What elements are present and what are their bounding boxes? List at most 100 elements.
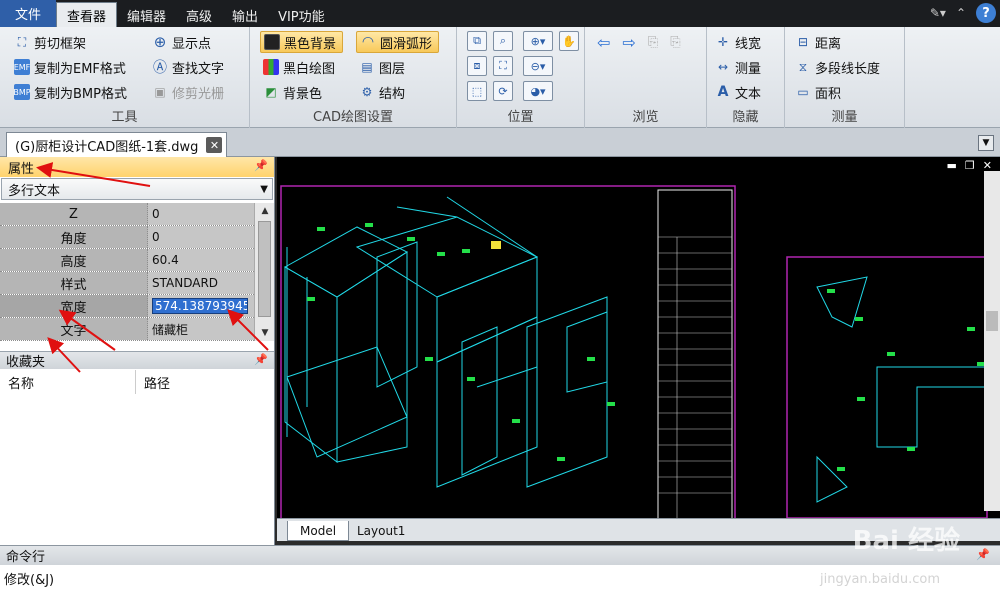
property-row[interactable]: Z 0 [0, 203, 254, 226]
title-block [657, 189, 733, 518]
pin-icon[interactable]: 📌 [254, 159, 268, 172]
width-value-text[interactable]: 574.1387939453 [152, 298, 248, 314]
canvas-scroll-thumb[interactable] [986, 311, 998, 331]
document-tab[interactable]: (G)厨柜设计CAD图纸-1套.dwg ✕ [6, 132, 228, 157]
command-line-label: 命令行 [6, 550, 46, 565]
text-toggle-label: 文本 [735, 86, 762, 102]
tab-layout1[interactable]: Layout1 [345, 521, 417, 541]
layers-button[interactable]: ▤ 图层 [359, 56, 405, 78]
area-button[interactable]: ▭ 面积 [795, 81, 841, 103]
trim-raster-button[interactable]: ▣ 修剪光栅 [152, 81, 224, 103]
pin-icon[interactable]: 📌 [254, 353, 268, 366]
drawing-canvas[interactable]: ▬ ❐ ✕ [277, 157, 1000, 518]
show-points-button[interactable]: ⊕ 显示点 [152, 31, 211, 53]
property-grid: Z 0 角度 0 高度 60.4 样式 STANDARD 宽度 574.1387… [0, 203, 254, 341]
property-row[interactable]: 角度 0 [0, 226, 254, 249]
forward-arrow-icon[interactable]: ⇨ [622, 33, 635, 52]
measure-toggle-button[interactable]: ↔ 测量 [715, 56, 761, 78]
zoom-extents-icon[interactable]: ⛶ [493, 56, 513, 76]
tab-advanced[interactable]: 高级 [176, 3, 222, 27]
line-width-icon: ✛ [717, 35, 729, 49]
left-panel: 属性 📌 多行文本 ▼ Z 0 角度 0 高度 60.4 样式 STANDARD… [0, 157, 275, 545]
page-prev-icon[interactable]: ⎘ [648, 35, 658, 50]
minimize-ribbon-icon[interactable]: ⌃ [956, 6, 966, 20]
document-tab-strip: (G)厨柜设计CAD图纸-1套.dwg ✕ ▼ [0, 128, 1000, 157]
property-value[interactable]: 0 [148, 226, 254, 248]
plan-dimension-labels [827, 289, 985, 471]
object-type-select[interactable]: 多行文本 ▼ [1, 178, 273, 200]
bw-drawing-button[interactable]: 黑白绘图 [263, 56, 335, 78]
title-block-lines [658, 236, 732, 518]
text-toggle-button[interactable]: A 文本 [715, 81, 761, 103]
property-value[interactable]: 60.4 [148, 249, 254, 271]
tab-output[interactable]: 输出 [222, 3, 268, 27]
help-icon[interactable]: ? [976, 3, 996, 23]
zoom-in-icon[interactable]: ⊕▾ [523, 31, 553, 51]
column-header-path[interactable]: 路径 [136, 370, 170, 394]
close-icon[interactable]: ✕ [206, 137, 223, 153]
property-value[interactable]: STANDARD [148, 272, 254, 294]
structure-label: 结构 [379, 86, 406, 102]
bw-icon [263, 59, 279, 75]
line-width-button[interactable]: ✛ 线宽 [715, 31, 761, 53]
property-scrollbar[interactable]: ▲ ▼ [254, 203, 274, 341]
column-header-name[interactable]: 名称 [0, 370, 136, 394]
property-row[interactable]: 文字 储藏柜 [0, 318, 254, 341]
layers-icon: ▤ [361, 60, 373, 74]
back-arrow-icon[interactable]: ⇦ [597, 33, 610, 52]
zoom-window-icon[interactable]: ⌕ [493, 31, 513, 51]
property-row[interactable]: 样式 STANDARD [0, 272, 254, 295]
property-value[interactable]: 0 [148, 203, 254, 225]
structure-button[interactable]: ⚙ 结构 [359, 81, 405, 103]
group-cad-settings-title: CAD绘图设置 [313, 110, 393, 125]
copy-bmp-button[interactable]: BMP 复制为BMP格式 [13, 81, 127, 103]
canvas-restore-icon[interactable]: ❐ [965, 159, 975, 172]
scroll-thumb[interactable] [258, 221, 271, 317]
background-color-button[interactable]: ◩ 背景色 [263, 81, 322, 103]
smooth-arc-button[interactable]: ◠ 圆滑弧形 [356, 31, 440, 53]
property-value[interactable]: 储藏柜 [148, 318, 254, 340]
property-name: Z [0, 203, 148, 225]
tab-model[interactable]: Model [287, 521, 350, 541]
fit-drawing-icon[interactable]: ⧈ [467, 56, 487, 76]
emf-icon: EMF [14, 59, 30, 75]
rotate-icon[interactable]: ⟳ [493, 81, 513, 101]
property-row[interactable]: 高度 60.4 [0, 249, 254, 272]
zoom-out-icon[interactable]: ⊖▾ [523, 56, 553, 76]
canvas-minimize-icon[interactable]: ▬ [947, 159, 957, 172]
fit-window-icon[interactable]: ⧉ [467, 31, 487, 51]
chevron-down-icon[interactable]: ▼ [978, 135, 994, 151]
find-text-button[interactable]: Ⓐ 查找文字 [152, 56, 224, 78]
group-tools-title: 工具 [111, 110, 138, 125]
canvas-scrollbar[interactable] [984, 171, 1000, 511]
width-value-field[interactable]: 574.1387939453 [148, 295, 254, 317]
crop-frame-button[interactable]: ⛶ 剪切框架 [14, 31, 86, 53]
property-name: 高度 [0, 249, 148, 271]
property-row-width[interactable]: 宽度 574.1387939453 [0, 295, 254, 318]
pan-hand-icon[interactable]: ✋ [559, 31, 579, 51]
distance-button[interactable]: ⊟ 距离 [795, 31, 841, 53]
property-name: 样式 [0, 272, 148, 294]
page-next-icon[interactable]: ⎘ [670, 35, 680, 50]
command-text: 修改(&J) [4, 573, 55, 588]
polyline-length-button[interactable]: ⧖ 多段线长度 [795, 56, 880, 78]
file-menu[interactable]: 文件 [0, 0, 56, 27]
group-hide: ✛ 线宽 ↔ 测量 A 文本 隐藏 [707, 27, 785, 128]
raster-icon: ▣ [154, 85, 166, 99]
black-background-label: 黑色背景 [284, 36, 337, 52]
tab-vip[interactable]: VIP功能 [268, 3, 335, 27]
measure-toggle-label: 测量 [735, 61, 762, 77]
dimension-icon: ↔ [717, 60, 729, 74]
scroll-down-icon[interactable]: ▼ [255, 325, 275, 341]
copy-emf-button[interactable]: EMF 复制为EMF格式 [14, 56, 126, 78]
scroll-up-icon[interactable]: ▲ [255, 203, 275, 219]
command-line-title: 命令行 📌 [0, 545, 1000, 565]
tab-viewer[interactable]: 查看器 [56, 2, 118, 27]
orbit-icon[interactable]: ◕▾ [523, 81, 553, 101]
edit-icon[interactable]: ✎▾ [930, 6, 946, 20]
tab-editor[interactable]: 编辑器 [117, 3, 176, 27]
pin-icon[interactable]: 📌 [976, 548, 990, 561]
black-background-button[interactable]: 黑色背景 [260, 31, 344, 53]
view-3d-icon[interactable]: ⬚ [467, 81, 487, 101]
properties-panel-title: 属性 📌 [0, 157, 274, 177]
